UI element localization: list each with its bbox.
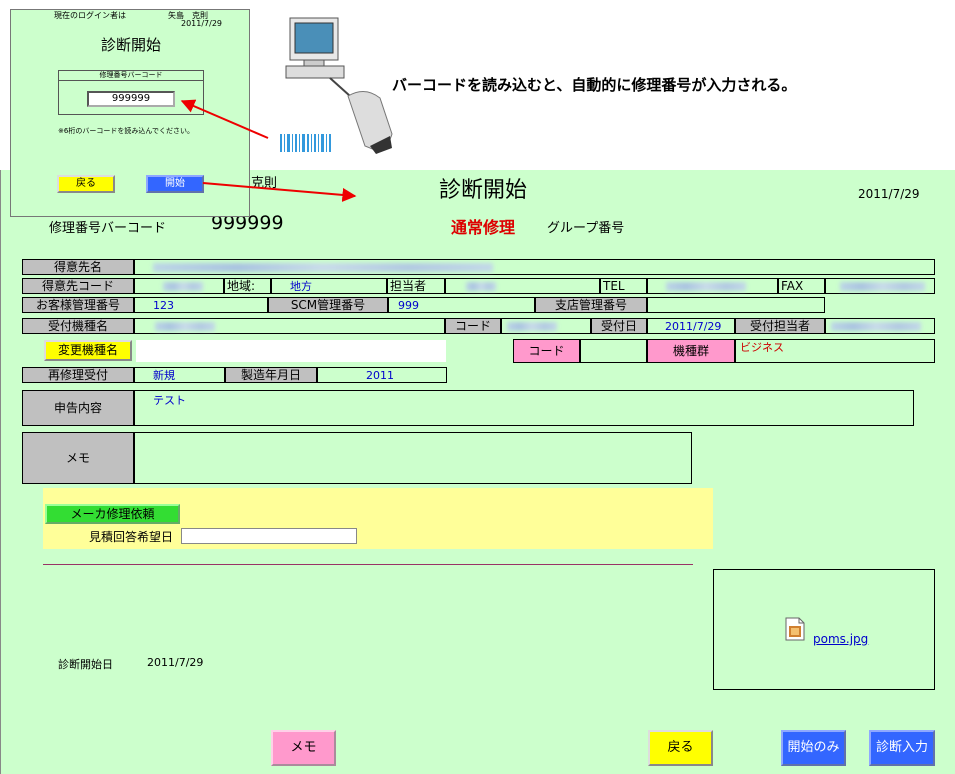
annotation-arrows	[180, 99, 357, 202]
arrow-to-form	[202, 182, 357, 202]
arrow-to-input	[180, 99, 269, 139]
